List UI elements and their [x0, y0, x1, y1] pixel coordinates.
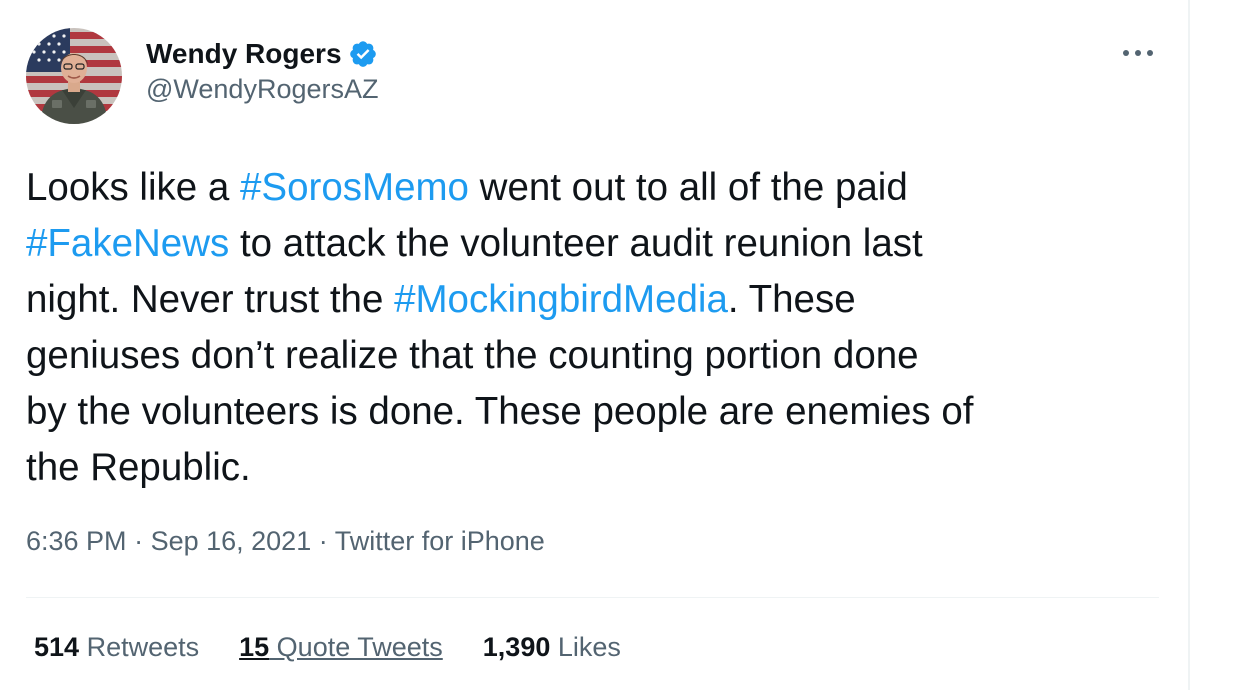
tweet-line: night. Never trust the #MockingbirdMedia…: [26, 272, 1176, 328]
engagement-stats: 514 Retweets 15 Quote Tweets 1,390 Likes: [34, 632, 661, 663]
author-handle[interactable]: @WendyRogersAZ: [146, 74, 379, 105]
tweet-detail: Wendy Rogers @WendyRogersAZ Looks like a…: [0, 0, 1188, 690]
verified-badge-icon: [348, 39, 378, 69]
tweet-text-segment: the Republic.: [26, 446, 251, 489]
tweet-line: the Republic.: [26, 440, 1176, 496]
author-info: Wendy Rogers @WendyRogersAZ: [146, 36, 379, 105]
tweet-metadata: 6:36 PM · Sep 16, 2021 · Twitter for iPh…: [26, 526, 545, 557]
likes-stat[interactable]: 1,390 Likes: [483, 632, 621, 663]
avatar[interactable]: [26, 28, 122, 124]
tweet-line: by the volunteers is done. These people …: [26, 384, 1176, 440]
tweet-text-segment: to attack the volunteer audit reunion la…: [229, 222, 923, 265]
tweet-text-segment: Looks like a: [26, 166, 241, 209]
quote-tweets-label: Quote Tweets: [269, 632, 443, 662]
likes-count: 1,390: [482, 632, 551, 662]
column-border: [1188, 0, 1190, 690]
tweet-text-segment: by the volunteers is done. These people …: [26, 390, 974, 433]
more-options-button[interactable]: [1116, 38, 1160, 68]
tweet-text-segment: . These: [727, 278, 856, 321]
tweet-text: Looks like a #SorosMemo went out to all …: [26, 160, 1176, 496]
retweets-stat[interactable]: 514 Retweets: [34, 632, 199, 663]
tweet-line: geniuses don’t realize that the counting…: [26, 328, 1176, 384]
hashtag-link[interactable]: #MockingbirdMedia: [394, 278, 728, 321]
author-name-row: Wendy Rogers: [146, 36, 379, 72]
quote-tweets-stat[interactable]: 15 Quote Tweets: [239, 632, 443, 663]
tweet-text-segment: geniuses don’t realize that the counting…: [26, 334, 919, 377]
author-display-name[interactable]: Wendy Rogers: [146, 38, 342, 70]
tweet-source-link[interactable]: Twitter for iPhone: [335, 526, 545, 556]
tweet-text-segment: went out to all of the paid: [468, 166, 908, 209]
tweet-timestamp-time[interactable]: 6:36 PM: [26, 526, 127, 556]
retweets-count: 514: [34, 632, 80, 662]
retweets-label: Retweets: [79, 632, 200, 662]
tweet-line: #FakeNews to attack the volunteer audit …: [26, 216, 1176, 272]
hashtag-link[interactable]: #FakeNews: [26, 222, 229, 265]
meta-separator: ·: [311, 526, 335, 556]
likes-label: Likes: [550, 632, 621, 662]
tweet-text-segment: night. Never trust the: [26, 278, 395, 321]
more-options-icon: [1123, 50, 1153, 56]
tweet-line: Looks like a #SorosMemo went out to all …: [26, 160, 1176, 216]
profile-photo: [26, 28, 122, 124]
tweet-timestamp-date[interactable]: Sep 16, 2021: [151, 526, 312, 556]
divider: [26, 597, 1159, 598]
meta-separator: ·: [126, 526, 151, 556]
hashtag-link[interactable]: #SorosMemo: [240, 166, 469, 209]
quote-tweets-count: 15: [239, 632, 270, 662]
